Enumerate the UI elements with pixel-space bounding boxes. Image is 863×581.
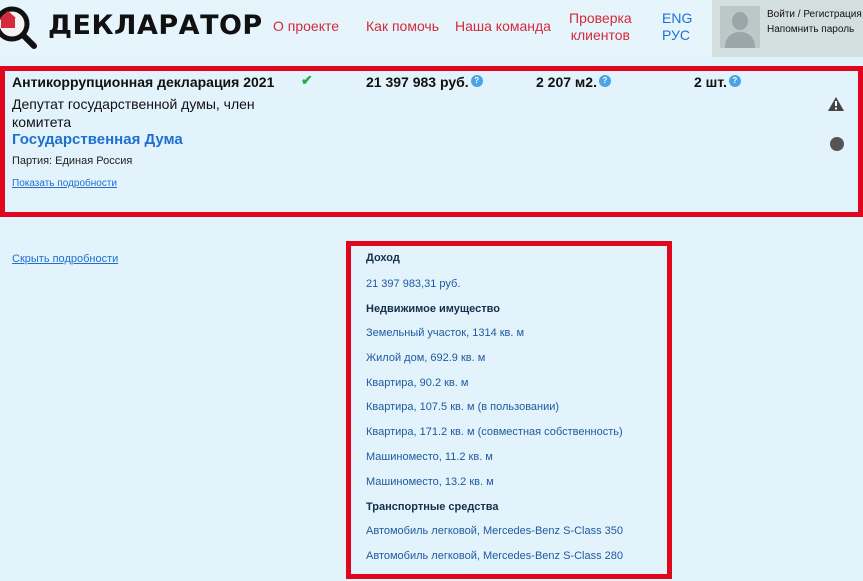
nav-check-clients[interactable]: Проверка клиентов xyxy=(569,10,632,44)
help-icon[interactable]: ? xyxy=(470,75,483,87)
income-heading: Доход xyxy=(366,252,400,264)
avatar-icon xyxy=(720,6,760,48)
magnifier-logo-icon xyxy=(0,6,37,49)
user-box: Войти / Регистрация Напомнить пароль xyxy=(712,0,863,57)
income-value: 21 397 983,31 руб. xyxy=(366,278,461,290)
realty-item: Квартира, 107.5 кв. м (в пользовании) xyxy=(366,401,560,413)
hide-details-link[interactable]: Скрыть подробности xyxy=(12,253,118,265)
person-position: Депутат государственной думы, член комит… xyxy=(12,96,255,130)
area-total: 2 207 м2.? xyxy=(536,74,611,90)
vehicles-total: 2 шт.? xyxy=(694,74,741,90)
help-icon[interactable]: ? xyxy=(728,75,741,87)
realty-item: Машиноместо, 11.2 кв. м xyxy=(366,451,493,463)
vehicles-heading: Транспортные средства xyxy=(366,501,499,513)
nav-check-clients-line2: клиентов xyxy=(570,27,630,43)
realty-item: Машиноместо, 13.2 кв. м xyxy=(366,476,494,488)
realty-item: Земельный участок, 1314 кв. м xyxy=(366,327,525,339)
party-label: Партия: Единая Россия xyxy=(12,155,133,167)
vehicles-total-value: 2 шт. xyxy=(694,74,727,90)
logo-text: ДЕКЛАРАТОР xyxy=(48,10,263,41)
nav-team[interactable]: Наша команда xyxy=(455,18,551,35)
nav-help[interactable]: Как помочь xyxy=(366,18,439,35)
area-total-value: 2 207 м2. xyxy=(536,74,597,90)
show-details-link[interactable]: Показать подробности xyxy=(12,178,117,189)
vehicle-item: Автомобиль легковой, Mercedes-Benz S-Cla… xyxy=(366,525,624,537)
nav-about[interactable]: О проекте xyxy=(273,18,339,35)
verified-check-icon: ✔ xyxy=(301,72,313,88)
realty-item: Квартира, 90.2 кв. м xyxy=(366,377,469,389)
logo[interactable]: ДЕКЛАРАТОР xyxy=(0,0,262,57)
remind-password-link[interactable]: Напомнить пароль xyxy=(767,24,854,35)
warning-icon[interactable] xyxy=(828,97,844,111)
income-total-value: 21 397 983 руб. xyxy=(366,74,469,90)
lang-rus[interactable]: РУС xyxy=(662,27,690,44)
login-link[interactable]: Войти / Регистрация xyxy=(767,9,862,20)
header: ДЕКЛАРАТОР О проекте Как помочь Наша ком… xyxy=(0,0,863,57)
realty-heading: Недвижимое имущество xyxy=(366,303,500,315)
lang-eng[interactable]: ENG xyxy=(662,10,692,27)
help-icon[interactable]: ? xyxy=(598,75,611,87)
income-total: 21 397 983 руб.? xyxy=(366,74,483,90)
status-dot-icon[interactable] xyxy=(830,137,844,151)
vehicle-item: Автомобиль легковой, Mercedes-Benz S-Cla… xyxy=(366,550,624,562)
declaration-title: Антикоррупционная декларация 2021 xyxy=(12,74,275,90)
organization-link[interactable]: Государственная Дума xyxy=(12,131,183,148)
realty-item: Жилой дом, 692.9 кв. м xyxy=(366,352,486,364)
nav-check-clients-line1: Проверка xyxy=(569,10,632,26)
realty-item: Квартира, 171.2 кв. м (совместная собств… xyxy=(366,426,623,438)
